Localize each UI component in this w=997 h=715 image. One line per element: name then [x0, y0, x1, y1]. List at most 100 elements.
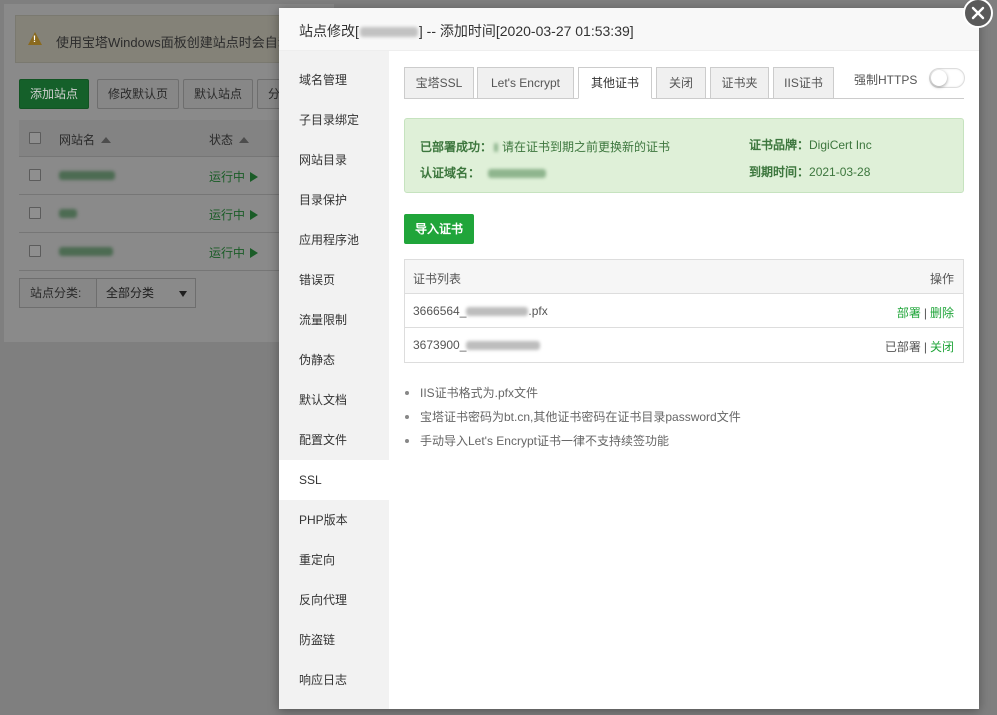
ssl-panel: 宝塔SSL Let's Encrypt 其他证书 关闭 证书夹 IIS证书 强制… — [389, 51, 979, 709]
import-cert-button[interactable]: 导入证书 — [404, 214, 474, 244]
redacted-mark — [494, 143, 499, 152]
deployed-text: 已部署 — [884, 340, 921, 354]
status-label: 运行中 — [209, 170, 246, 184]
add-site-button[interactable]: 添加站点 — [19, 79, 89, 109]
status-label: 运行中 — [209, 208, 246, 222]
warning-text: 使用宝塔Windows面板创建站点时会自动 — [56, 35, 291, 50]
site-category-value: 全部分类 — [106, 286, 155, 300]
sidebar-item-redirect[interactable]: 重定向 — [279, 540, 389, 580]
modal-header: 站点修改[] -- 添加时间[2020-03-27 01:53:39] — [279, 8, 979, 51]
sort-up-icon — [101, 137, 112, 143]
play-icon — [250, 210, 259, 220]
status-running[interactable]: 运行中 — [209, 168, 259, 185]
site-name-redacted[interactable] — [59, 171, 115, 180]
deployed-status: 已部署成功： 请在证书到期之前更换新的证书 — [420, 138, 670, 155]
modal-sidebar: 域名管理 子目录绑定 网站目录 目录保护 应用程序池 错误页 流量限制 伪静态 … — [279, 51, 389, 709]
cert-id: 3673900_ — [413, 338, 467, 352]
sidebar-item-directory-protect[interactable]: 目录保护 — [279, 180, 389, 220]
expiry-label: 到期时间： — [749, 165, 810, 179]
tab-other-cert[interactable]: 其他证书 — [578, 67, 652, 99]
cert-name: 3673900_ — [413, 338, 541, 352]
site-category-label: 站点分类: — [19, 278, 97, 308]
cert-name-redacted — [466, 341, 541, 350]
column-header-status[interactable]: 状态 — [209, 131, 250, 148]
action-separator: | — [923, 306, 927, 320]
row-checkbox[interactable] — [29, 207, 41, 219]
row-checkbox[interactable] — [29, 169, 41, 181]
modal-title: 站点修改[] -- 添加时间[2020-03-27 01:53:39] — [299, 21, 634, 41]
status-running[interactable]: 运行中 — [209, 206, 259, 223]
brand-status: 证书品牌：DigiCert Inc — [749, 136, 872, 153]
cert-list-table: 证书列表 操作 3666564_ .pfx 部署 | 删除 3673900_ 已部署 |… — [404, 259, 964, 363]
cert-suffix: .pfx — [528, 304, 548, 318]
status-running[interactable]: 运行中 — [209, 244, 259, 261]
column-header-name-label: 网站名 — [59, 133, 96, 147]
tab-iis-cert[interactable]: IIS证书 — [773, 67, 834, 99]
table-row: 3666564_ .pfx 部署 | 删除 — [405, 294, 963, 328]
cert-name-redacted — [466, 307, 529, 316]
list-item: 手动导入Let's Encrypt证书一律不支持续签功能 — [404, 429, 964, 453]
list-item: 宝塔证书密码为bt.cn,其他证书密码在证书目录password文件 — [404, 405, 964, 429]
close-modal-button[interactable] — [963, 0, 993, 28]
status-label: 运行中 — [209, 246, 246, 260]
site-name-redacted — [359, 27, 418, 37]
tab-baota-ssl[interactable]: 宝塔SSL — [404, 67, 474, 99]
modal-title-suffix: ] -- 添加时间[2020-03-27 01:53:39] — [418, 23, 634, 39]
sidebar-item-ssl[interactable]: SSL — [279, 460, 389, 500]
warning-icon — [28, 32, 42, 45]
play-icon — [250, 172, 259, 182]
sidebar-item-domain[interactable]: 域名管理 — [279, 60, 389, 100]
domain-label: 认证域名： — [420, 166, 481, 180]
close-icon — [971, 6, 985, 20]
modify-default-page-button[interactable]: 修改默认页 — [97, 79, 179, 109]
site-name-redacted[interactable] — [59, 247, 113, 256]
ssl-notes: IIS证书格式为.pfx文件 宝塔证书密码为bt.cn,其他证书密码在证书目录p… — [404, 381, 964, 453]
sidebar-item-traffic-limit[interactable]: 流量限制 — [279, 300, 389, 340]
toggle-knob — [931, 70, 947, 86]
site-edit-modal: 站点修改[] -- 添加时间[2020-03-27 01:53:39] 域名管理… — [279, 8, 979, 709]
domain-status: 认证域名： — [420, 164, 547, 181]
deployed-message: 请在证书到期之前更换新的证书 — [502, 140, 671, 154]
tab-close[interactable]: 关闭 — [656, 67, 706, 99]
force-https-label: 强制HTTPS — [854, 73, 918, 87]
column-header-name[interactable]: 网站名 — [59, 131, 112, 148]
tab-cert-folder[interactable]: 证书夹 — [710, 67, 769, 99]
sort-up-icon — [239, 137, 250, 143]
cert-id: 3666564_ — [413, 304, 467, 318]
sidebar-item-hotlink-protect[interactable]: 防盗链 — [279, 620, 389, 660]
sidebar-item-app-pool[interactable]: 应用程序池 — [279, 220, 389, 260]
sidebar-item-rewrite[interactable]: 伪静态 — [279, 340, 389, 380]
sidebar-item-subdir-binding[interactable]: 子目录绑定 — [279, 100, 389, 140]
cert-actions: 已部署 | 关闭 — [885, 338, 954, 355]
caret-down-icon — [179, 291, 187, 297]
expiry-status: 到期时间：2021-03-28 — [749, 163, 870, 180]
row-checkbox[interactable] — [29, 245, 41, 257]
sidebar-item-response-log[interactable]: 响应日志 — [279, 660, 389, 700]
cert-status-box: 已部署成功： 请在证书到期之前更换新的证书 认证域名： 证书品牌：DigiCert… — [404, 118, 964, 193]
column-header-status-label: 状态 — [209, 133, 234, 147]
site-category-select[interactable]: 全部分类 — [96, 278, 196, 308]
brand-value: DigiCert Inc — [809, 138, 872, 152]
force-https-toggle[interactable] — [929, 68, 965, 88]
deploy-link[interactable]: 部署 — [897, 306, 921, 320]
sidebar-item-error-page[interactable]: 错误页 — [279, 260, 389, 300]
sidebar-item-reverse-proxy[interactable]: 反向代理 — [279, 580, 389, 620]
delete-link[interactable]: 删除 — [930, 306, 954, 320]
sidebar-item-config-file[interactable]: 配置文件 — [279, 420, 389, 460]
tab-lets-encrypt[interactable]: Let's Encrypt — [477, 67, 574, 99]
sidebar-item-php-version[interactable]: PHP版本 — [279, 500, 389, 540]
cert-list-header-action: 操作 — [929, 272, 954, 286]
site-name-redacted[interactable] — [59, 209, 77, 218]
list-item: IIS证书格式为.pfx文件 — [404, 381, 964, 405]
close-link[interactable]: 关闭 — [930, 340, 954, 354]
deployed-label: 已部署成功： — [420, 140, 493, 154]
select-all-checkbox[interactable] — [29, 132, 41, 144]
action-separator: | — [923, 340, 927, 354]
default-site-button[interactable]: 默认站点 — [183, 79, 253, 109]
cert-list-header-label: 证书列表 — [413, 272, 462, 286]
sidebar-item-default-document[interactable]: 默认文档 — [279, 380, 389, 420]
expiry-value: 2021-03-28 — [809, 165, 871, 179]
sidebar-item-site-directory[interactable]: 网站目录 — [279, 140, 389, 180]
brand-label: 证书品牌： — [749, 138, 810, 152]
domain-redacted — [488, 169, 547, 178]
